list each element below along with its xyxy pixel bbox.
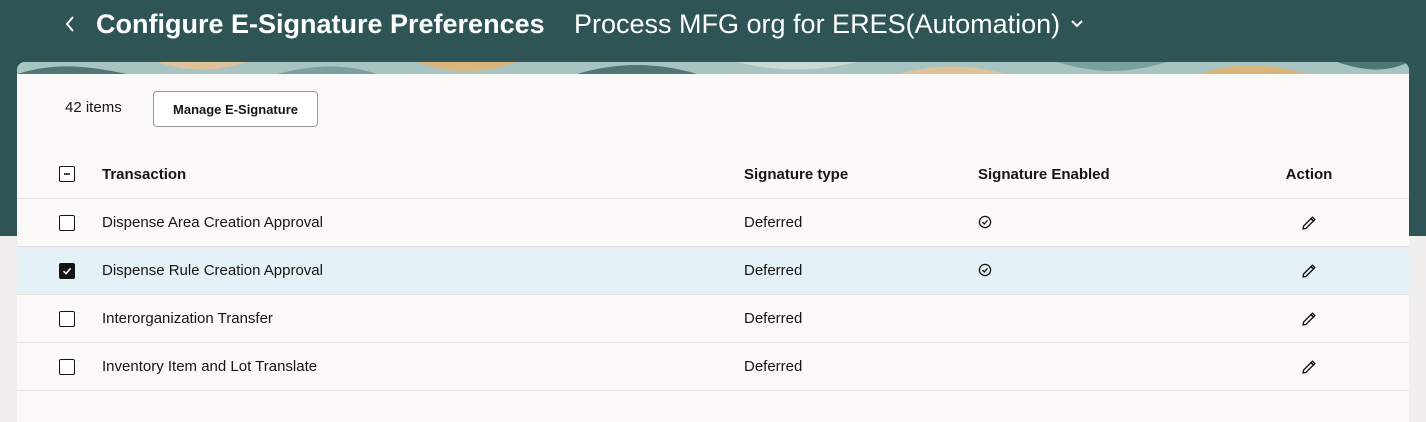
chevron-down-icon: [1070, 19, 1084, 29]
signature-type-cell: Deferred: [744, 310, 803, 327]
org-selector[interactable]: Process MFG org for ERES(Automation): [574, 6, 1084, 42]
column-header-transaction[interactable]: Transaction: [102, 150, 186, 198]
action-cell: [1285, 295, 1333, 342]
page-title: Configure E-Signature Preferences: [96, 9, 545, 39]
pencil-icon[interactable]: [1300, 310, 1318, 328]
signature-type-cell: Deferred: [744, 358, 803, 375]
check-circle-icon: [978, 263, 992, 277]
row-select-cell: [59, 247, 75, 294]
row-select-cell: [59, 343, 75, 390]
signature-type-cell: Deferred: [744, 262, 803, 279]
org-selector-label: Process MFG org for ERES(Automation): [574, 9, 1061, 39]
signature-enabled-cell: [978, 247, 992, 294]
transaction-cell: Inventory Item and Lot Translate: [102, 358, 318, 375]
transaction-cell: Dispense Rule Creation Approval: [102, 262, 323, 279]
column-header-signature-enabled[interactable]: Signature Enabled: [978, 150, 1110, 198]
row-checkbox[interactable]: [59, 358, 75, 375]
check-circle-icon: [978, 215, 992, 229]
select-all-cell: [59, 150, 75, 198]
back-button[interactable]: [58, 8, 82, 40]
transaction-cell: Interorganization Transfer: [102, 310, 273, 327]
column-header-action: Action: [1285, 165, 1333, 183]
signature-enabled-cell: [978, 199, 992, 246]
pencil-icon[interactable]: [1300, 358, 1318, 376]
row-select-cell: [59, 199, 75, 246]
table-row[interactable]: Interorganization Transfer Deferred: [17, 295, 1409, 343]
manage-e-signature-button[interactable]: Manage E-Signature: [153, 91, 318, 127]
action-cell: [1285, 343, 1333, 390]
table-row[interactable]: Inventory Item and Lot Translate Deferred: [17, 343, 1409, 391]
column-header-signature-type[interactable]: Signature type: [744, 150, 848, 198]
action-cell: [1285, 247, 1333, 294]
table-row[interactable]: Dispense Rule Creation Approval Deferred: [17, 247, 1409, 295]
content-card: 42 items Manage E-Signature Transaction …: [17, 62, 1409, 422]
signature-type-cell: Deferred: [744, 214, 803, 231]
item-count: 42 items: [65, 99, 122, 116]
chevron-left-icon: [65, 16, 74, 32]
minus-icon: [64, 173, 70, 175]
row-checkbox[interactable]: [59, 214, 75, 231]
select-all-checkbox[interactable]: [59, 166, 75, 182]
checkmark-icon: [62, 266, 72, 276]
table-header: Transaction Signature type Signature Ena…: [17, 150, 1409, 199]
pencil-icon[interactable]: [1300, 262, 1318, 280]
decorative-banner: [17, 62, 1409, 74]
row-select-cell: [59, 295, 75, 342]
table-row[interactable]: Dispense Area Creation Approval Deferred: [17, 199, 1409, 247]
action-cell: [1285, 199, 1333, 246]
row-checkbox[interactable]: [59, 262, 75, 279]
pencil-icon[interactable]: [1300, 214, 1318, 232]
transaction-cell: Dispense Area Creation Approval: [102, 214, 323, 231]
row-checkbox[interactable]: [59, 310, 75, 327]
